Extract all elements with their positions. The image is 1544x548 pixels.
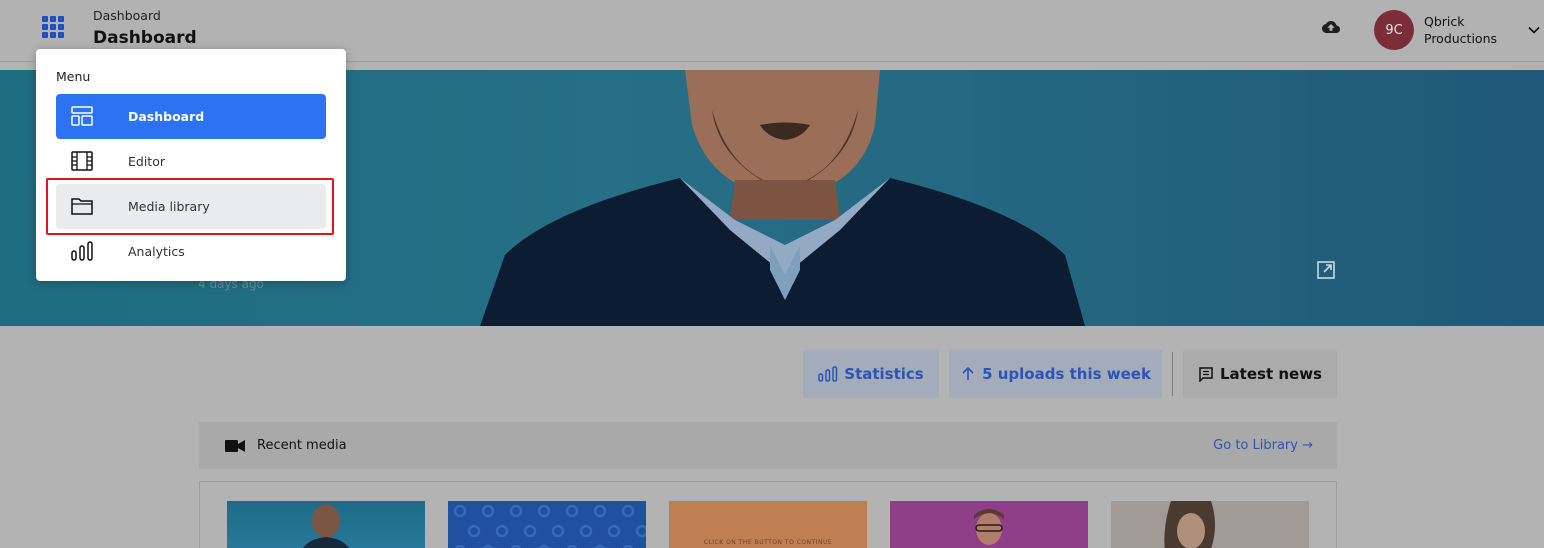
recent-media-label: Recent media (257, 438, 347, 453)
apps-grid-icon[interactable] (42, 16, 64, 38)
statistics-button[interactable]: Statistics (803, 350, 939, 398)
menu-title: Menu (56, 69, 91, 84)
person-image (974, 509, 1004, 545)
app-menu-dropdown: Menu Dashboard Editor Media library Anal… (36, 49, 346, 281)
bar-chart-icon (71, 241, 93, 261)
news-icon (1199, 367, 1213, 382)
uploads-this-week-button[interactable]: 5 uploads this week (949, 350, 1162, 398)
menu-item-label: Media library (128, 199, 210, 214)
bar-chart-icon (818, 366, 838, 382)
menu-item-media-library[interactable]: Media library (56, 184, 326, 229)
media-thumbnail[interactable] (1111, 501, 1309, 548)
cloud-upload-icon[interactable] (1322, 18, 1340, 36)
menu-item-editor[interactable]: Editor (56, 139, 326, 184)
open-external-icon[interactable] (1316, 260, 1336, 280)
pattern-image (453, 504, 646, 548)
media-thumbnail[interactable] (448, 501, 646, 548)
arrow-up-icon (962, 366, 974, 380)
menu-item-analytics[interactable]: Analytics (56, 229, 326, 274)
film-icon (71, 151, 93, 171)
latest-news-button[interactable]: Latest news (1183, 350, 1337, 398)
video-camera-icon (225, 440, 245, 452)
recent-media-header: Recent media Go to Library → (199, 422, 1337, 469)
hero-video-image (480, 70, 1085, 326)
button-divider (1172, 352, 1173, 396)
page-title: Dashboard (93, 28, 197, 48)
person-image (302, 504, 350, 548)
menu-item-dashboard[interactable]: Dashboard (56, 94, 326, 139)
menu-item-label: Analytics (128, 244, 185, 259)
media-thumbnail[interactable] (227, 501, 425, 548)
go-to-library-link[interactable]: Go to Library → (1213, 438, 1313, 453)
menu-item-label: Editor (128, 154, 165, 169)
statistics-label: Statistics (844, 365, 924, 383)
avatar[interactable]: 9C (1374, 10, 1414, 50)
chevron-down-icon[interactable] (1526, 22, 1542, 38)
thumbnail-caption: CLICK ON THE BUTTON TO CONTINUE (703, 539, 833, 546)
uploads-label: 5 uploads this week (982, 365, 1151, 383)
latest-news-label: Latest news (1220, 365, 1322, 383)
breadcrumb: Dashboard (93, 8, 161, 23)
media-thumbnail[interactable] (890, 501, 1088, 548)
folder-icon (71, 198, 93, 215)
media-thumbnail[interactable]: CLICK ON THE BUTTON TO CONTINUE (669, 501, 867, 548)
dashboard-icon (71, 106, 93, 126)
person-image (1164, 501, 1215, 548)
organization-name[interactable]: Qbrick Productions (1424, 13, 1514, 47)
menu-item-label: Dashboard (128, 109, 205, 124)
